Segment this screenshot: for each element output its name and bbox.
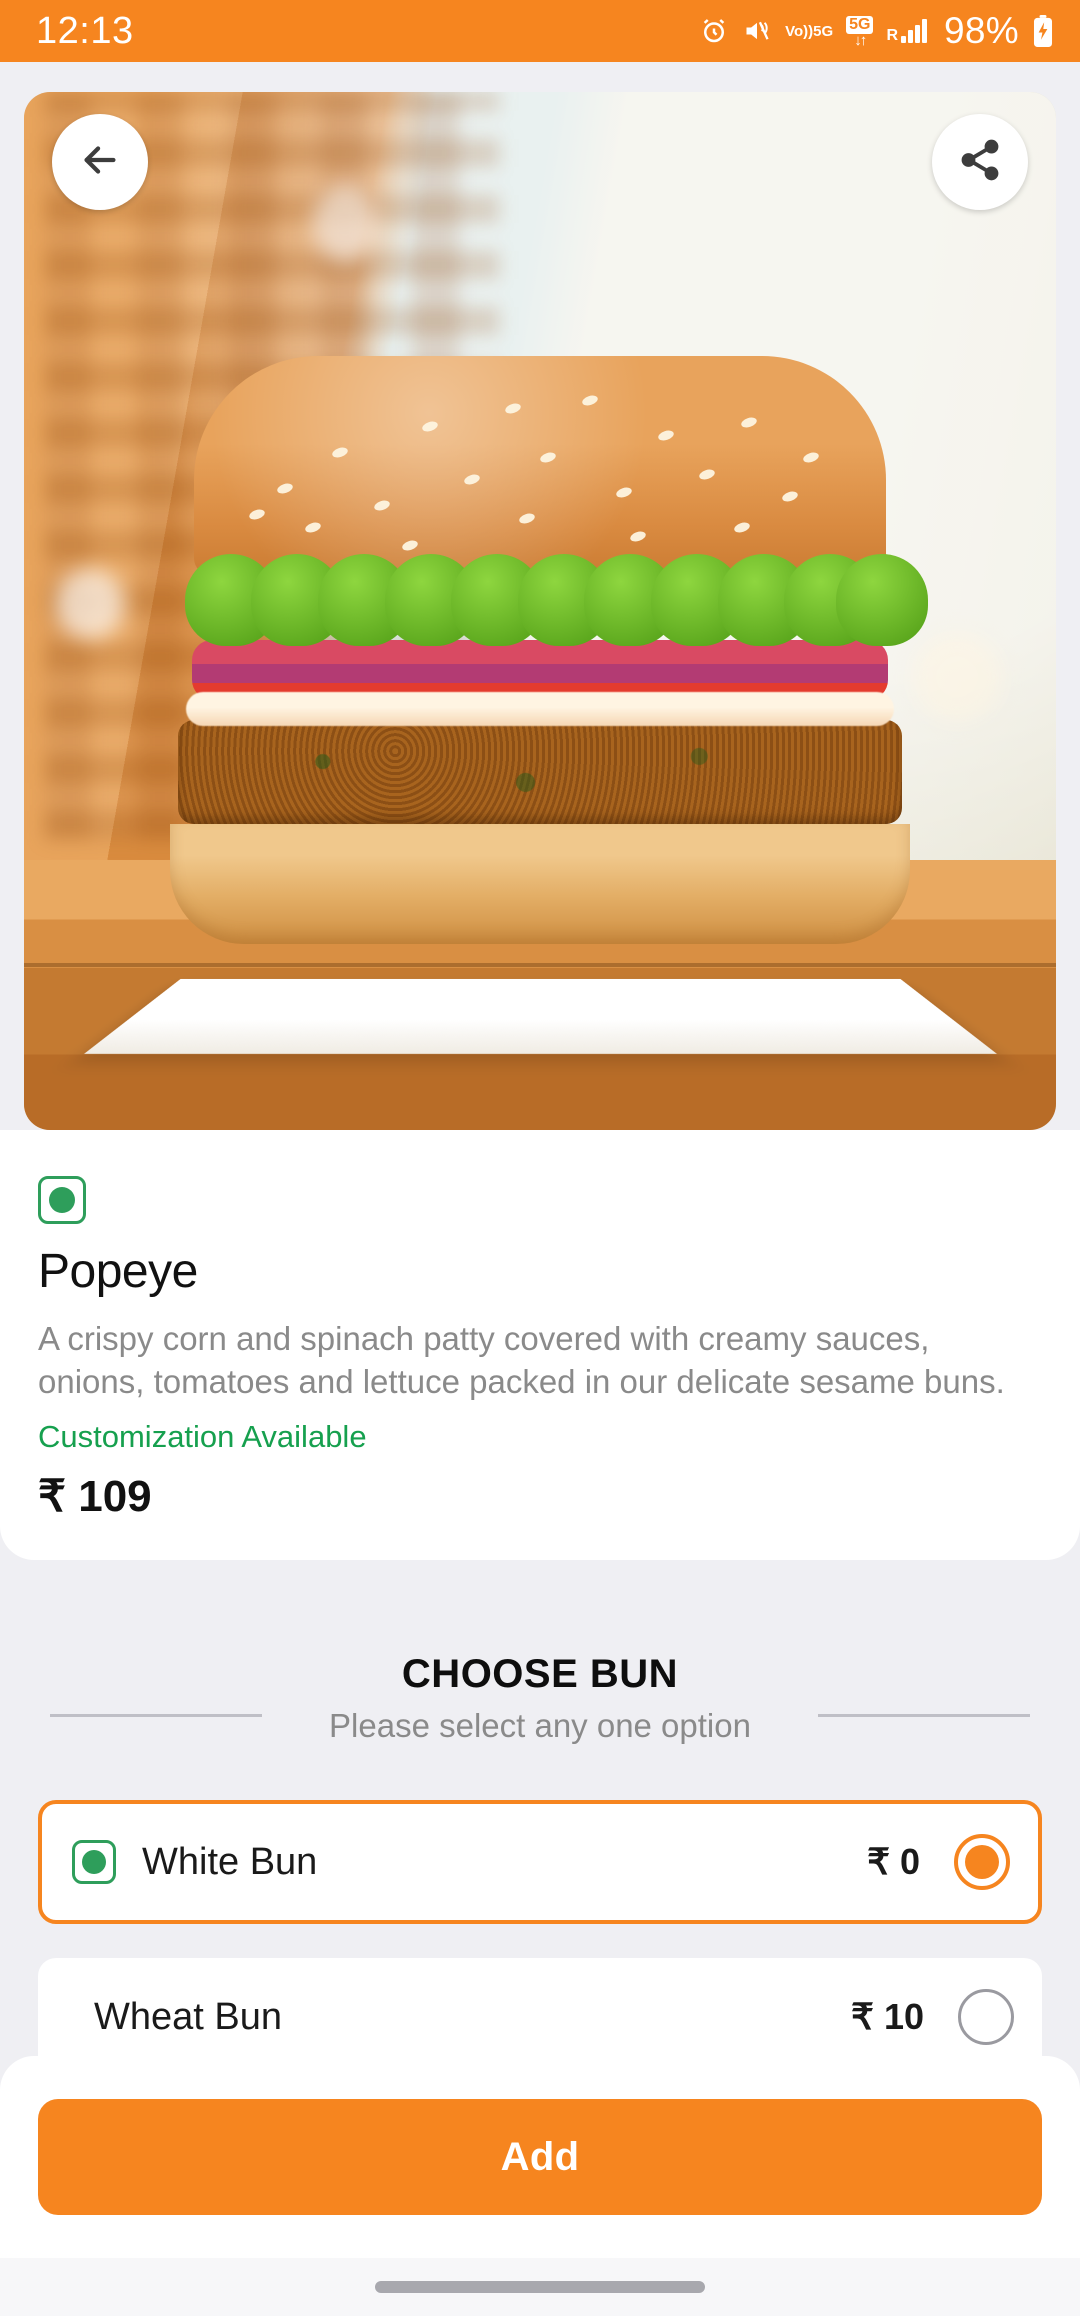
share-button[interactable] [932, 114, 1028, 210]
5g-badge-label: 5G [846, 15, 874, 34]
mute-icon [742, 17, 772, 45]
section-title: CHOOSE BUN [401, 1652, 679, 1696]
veg-icon [72, 1840, 116, 1884]
section-subtitle: Please select any one option [329, 1707, 751, 1744]
radio-button-unselected[interactable] [958, 1989, 1014, 2045]
status-icons: Vo)) 5G 5G ↓↑ R 98% [699, 10, 1054, 52]
status-time: 12:13 [36, 9, 134, 52]
add-button[interactable]: Add [38, 2099, 1042, 2215]
5g-data-icon: 5G ↓↑ [846, 15, 874, 49]
bokeh-highlight [312, 185, 377, 264]
veg-dot [82, 1850, 106, 1874]
data-arrows-label: ↓↑ [854, 31, 867, 49]
share-icon [957, 137, 1003, 188]
roaming-signal-icon: R [886, 19, 928, 44]
volte-bottom-label: 5G [813, 22, 834, 40]
system-navigation-bar [0, 2258, 1080, 2316]
option-price: ₹ 10 [851, 1996, 924, 2037]
burger-top-bun [194, 356, 886, 576]
product-price: ₹ 109 [38, 1472, 152, 1521]
signal-bars-icon [901, 19, 928, 43]
customization-available-label: Customization Available [38, 1419, 367, 1454]
page-title: Popeye [38, 1245, 198, 1298]
home-indicator[interactable] [375, 2281, 705, 2293]
volte-5g-icon: Vo)) 5G [785, 24, 833, 39]
product-description: A crispy corn and spinach patty covered … [38, 1320, 1005, 1400]
veg-dot [49, 1187, 75, 1213]
battery-charging-icon [1032, 15, 1054, 47]
burger-bottom-bun [170, 824, 910, 944]
product-hero-image [24, 92, 1056, 1130]
roaming-label: R [886, 27, 899, 44]
status-bar: 12:13 Vo)) 5G 5G ↓↑ R 98% [0, 0, 1080, 62]
burger-onion-tomato [192, 640, 888, 700]
arrow-left-icon [77, 137, 123, 188]
veg-icon [38, 1176, 86, 1224]
battery-percent-label: 98% [944, 10, 1019, 51]
option-price: ₹ 0 [867, 1841, 920, 1882]
choose-bun-header: CHOOSE BUN Please select any one option [0, 1652, 1080, 1745]
option-label: White Bun [142, 1840, 318, 1883]
bokeh-highlight [911, 631, 1002, 722]
volte-top-label: Vo)) [785, 22, 814, 40]
alarm-icon [699, 16, 729, 46]
bokeh-highlight [54, 569, 125, 640]
product-info-card: Popeye A crispy corn and spinach patty c… [0, 1130, 1080, 1560]
back-button[interactable] [52, 114, 148, 210]
bottom-action-sheet: Add [0, 2056, 1080, 2258]
burger-lettuce [170, 550, 928, 646]
burger-illustration [170, 356, 928, 944]
option-label: Wheat Bun [94, 1995, 282, 2038]
burger-patty [178, 720, 902, 824]
radio-button-selected[interactable] [954, 1834, 1010, 1890]
option-row-white-bun[interactable]: White Bun ₹ 0 [38, 1800, 1042, 1924]
burger-sauce [186, 692, 894, 726]
